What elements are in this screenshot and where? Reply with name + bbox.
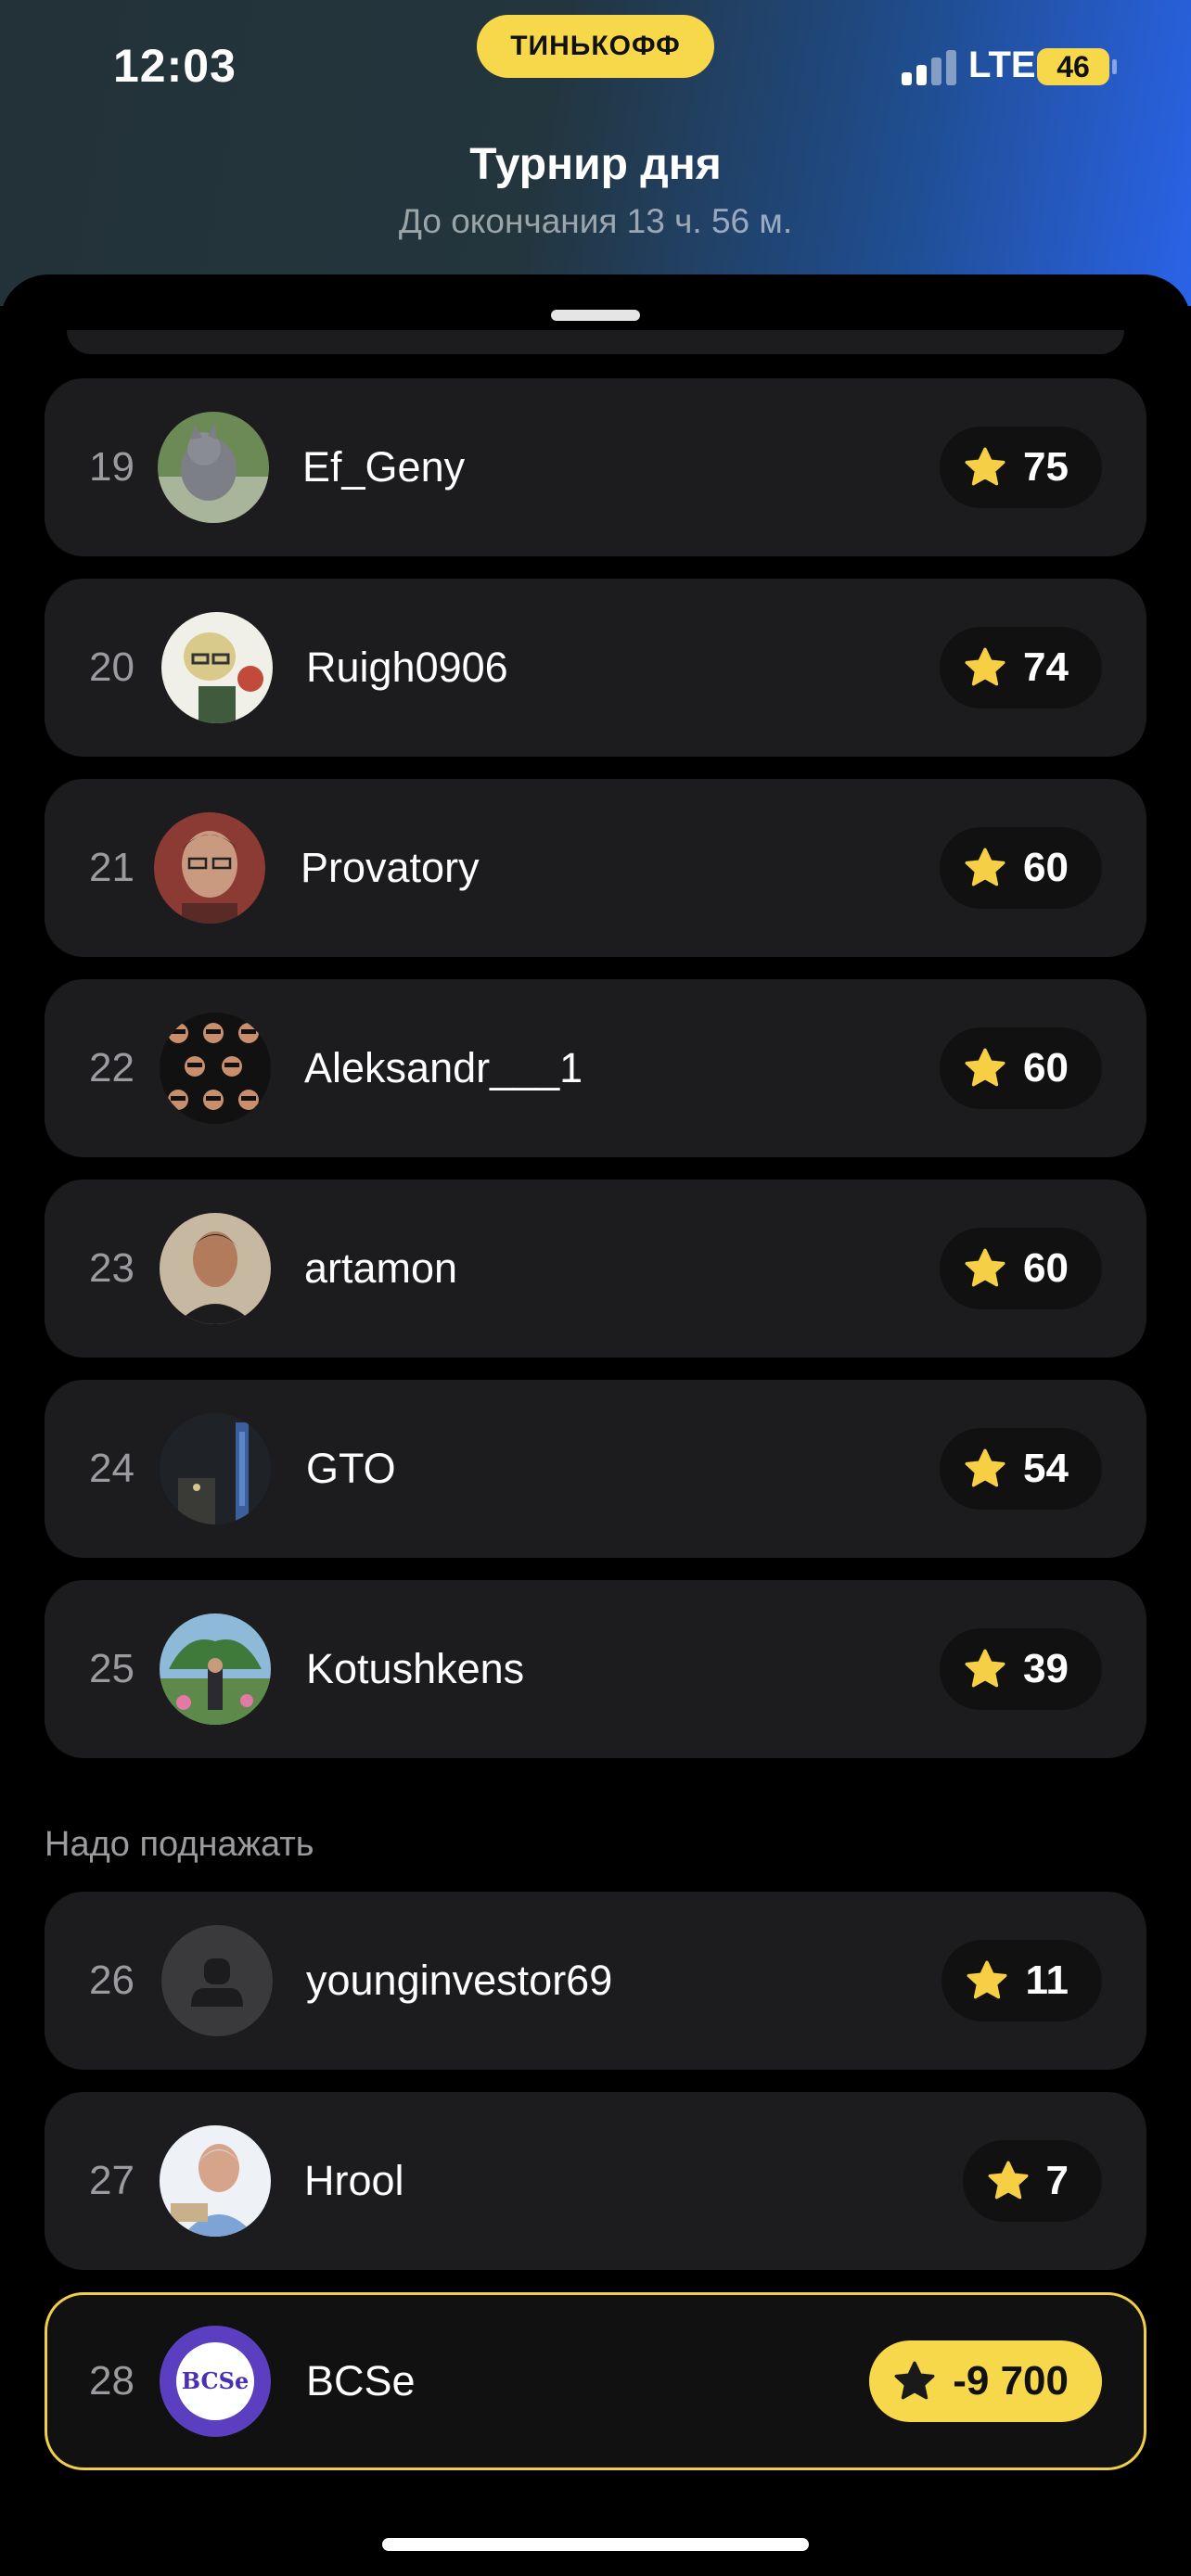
score-badge: 74 [940, 627, 1102, 708]
avatar[interactable] [160, 1613, 271, 1725]
home-indicator[interactable] [382, 2538, 809, 2551]
avatar-logo-text: BCSe [182, 2367, 249, 2394]
score-badge: 7 [962, 2140, 1102, 2222]
player-name: younginvestor69 [306, 1957, 613, 2004]
score-badge: 75 [940, 427, 1102, 508]
leaderboard-row[interactable]: 19 Ef_Geny 75 [45, 378, 1146, 556]
star-icon [965, 1048, 1005, 1087]
signal-icon [902, 50, 959, 85]
status-time: 12:03 [113, 40, 237, 92]
rank-number: 19 [89, 444, 134, 490]
current-user-row[interactable]: 28 BCSe BCSe -9 700 [45, 2292, 1146, 2470]
status-bar: 12:03 ТИНЬКОФФ LTE 46 [0, 0, 1191, 139]
sheet-grabber-handle[interactable] [551, 310, 640, 321]
battery-icon: 46 [1037, 48, 1109, 85]
player-name: GTO [306, 1445, 396, 1492]
previous-row-edge [67, 330, 1124, 354]
leaderboard-row[interactable]: 22 Aleksandr___1 60 [45, 979, 1146, 1157]
score-value: -9 700 [953, 2358, 1069, 2404]
leaderboard-sheet[interactable]: 19 Ef_Geny 75 20 Ruigh0906 74 21 Provato… [0, 274, 1191, 2576]
star-icon [965, 848, 1005, 886]
score-value: 60 [1023, 845, 1069, 890]
battery-tip [1112, 59, 1117, 74]
player-name: Ruigh0906 [306, 644, 508, 691]
rank-number: 20 [89, 644, 134, 690]
bank-badge: ТИНЬКОФФ [477, 15, 714, 78]
rank-number: 25 [89, 1646, 134, 1691]
avatar[interactable]: BCSe [160, 2326, 271, 2437]
star-icon [965, 1248, 1005, 1287]
rank-number: 23 [89, 1245, 134, 1291]
star-icon [965, 447, 1005, 486]
player-name: Ef_Geny [302, 443, 466, 491]
leaderboard-row[interactable]: 24 GTO 54 [45, 1380, 1146, 1558]
avatar[interactable] [160, 1013, 271, 1124]
leaderboard-row[interactable]: 20 Ruigh0906 74 [45, 579, 1146, 757]
score-value: 11 [1025, 1958, 1069, 2003]
leaderboard-row[interactable]: 26 younginvestor69 11 [45, 1892, 1146, 2070]
star-icon [988, 2161, 1028, 2200]
rank-number: 24 [89, 1446, 134, 1491]
score-value: 39 [1023, 1646, 1069, 1691]
avatar[interactable] [154, 812, 265, 924]
score-badge: -9 700 [869, 2340, 1102, 2422]
score-value: 60 [1023, 1245, 1069, 1291]
avatar[interactable] [160, 1413, 271, 1524]
star-icon [965, 647, 1005, 686]
star-icon [965, 1448, 1005, 1487]
score-value: 54 [1023, 1446, 1069, 1491]
rank-number: 26 [89, 1958, 134, 2003]
score-value: 75 [1023, 444, 1069, 490]
network-label: LTE [968, 45, 1036, 85]
score-badge: 11 [941, 1940, 1102, 2021]
score-badge: 60 [940, 827, 1102, 909]
player-name: Kotushkens [306, 1645, 525, 1692]
star-icon [894, 2361, 935, 2400]
score-badge: 60 [940, 1027, 1102, 1109]
leaderboard-row[interactable]: 21 Provatory 60 [45, 779, 1146, 957]
rank-number: 22 [89, 1045, 134, 1090]
score-value: 7 [1045, 2158, 1069, 2203]
player-name: artamon [304, 1244, 458, 1292]
player-name: BCSe [306, 2357, 416, 2404]
rank-number: 28 [89, 2358, 134, 2404]
avatar[interactable] [161, 612, 273, 723]
rank-number: 21 [89, 845, 134, 890]
section-label: Надо поднажать [45, 1825, 314, 1864]
page-subtitle: До окончания 13 ч. 56 м. [398, 202, 793, 240]
leaderboard-row[interactable]: 27 Hrool 7 [45, 2092, 1146, 2270]
star-icon [967, 1960, 1007, 1999]
avatar[interactable] [160, 2125, 271, 2237]
page-title: Турнир дня [469, 140, 722, 189]
score-badge: 60 [940, 1228, 1102, 1309]
score-value: 74 [1023, 644, 1069, 690]
avatar[interactable] [160, 1213, 271, 1324]
score-badge: 54 [940, 1428, 1102, 1510]
header-background: 12:03 ТИНЬКОФФ LTE 46 Турнир дня До окон… [0, 0, 1191, 306]
rank-number: 27 [89, 2158, 134, 2203]
default-user-avatar[interactable] [161, 1925, 273, 2036]
score-value: 60 [1023, 1045, 1069, 1090]
leaderboard-row[interactable]: 23 artamon 60 [45, 1180, 1146, 1358]
player-name: Provatory [301, 844, 480, 891]
avatar[interactable] [158, 412, 269, 523]
leaderboard-row[interactable]: 25 Kotushkens 39 [45, 1580, 1146, 1758]
score-badge: 39 [940, 1628, 1102, 1710]
player-name: Aleksandr___1 [304, 1044, 583, 1091]
player-name: Hrool [304, 2157, 404, 2204]
star-icon [965, 1649, 1005, 1688]
